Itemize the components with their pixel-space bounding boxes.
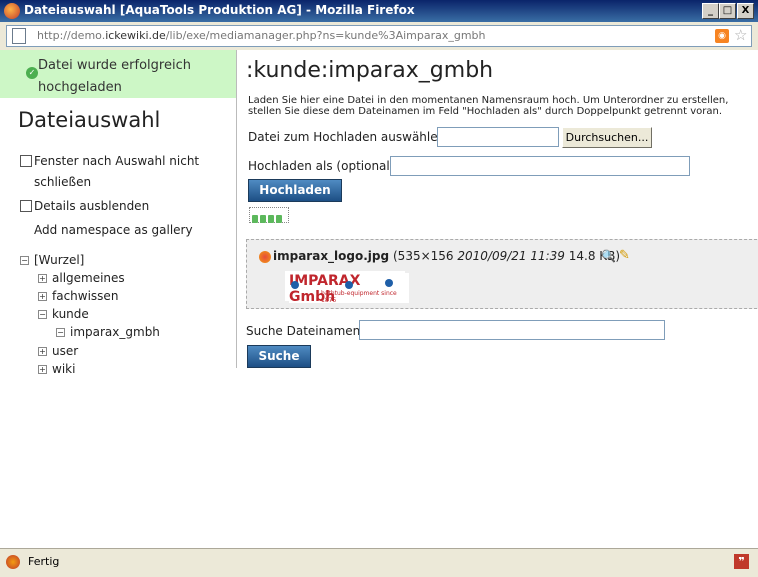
file-date: 2010/09/21 11:39 <box>457 249 565 263</box>
tree-item-root[interactable]: − [Wurzel] <box>20 253 84 267</box>
upload-file-input[interactable] <box>437 127 559 147</box>
hide-details-label[interactable]: Details ausblenden <box>34 196 214 217</box>
search-label: Suche Dateinamen: <box>246 324 365 338</box>
expand-icon[interactable]: + <box>38 274 47 283</box>
quote-addon-icon[interactable]: ❞ <box>734 554 749 569</box>
keep-open-checkbox[interactable] <box>20 155 32 167</box>
url-text[interactable]: http://demo.ickewiki.de/lib/exe/mediaman… <box>37 29 486 42</box>
tree-item-label[interactable]: allgemeines <box>52 271 125 285</box>
logo-drop-icon <box>291 281 299 289</box>
file-list: imparax_logo.jpg (535×156 2010/09/21 11:… <box>246 239 758 309</box>
file-meta: (535×156 2010/09/21 11:39 14.8 KB) <box>393 249 620 263</box>
success-text: Datei wurde erfolgreich hochgeladen <box>38 58 191 95</box>
tree-item-label[interactable]: wiki <box>52 362 75 376</box>
namespace-title: :kunde:imparax_gmbh <box>246 58 494 83</box>
file-dimensions: (535×156 <box>393 249 454 263</box>
logo-drop-icon <box>345 281 353 289</box>
upload-file-label: Datei zum Hochladen auswählen: <box>248 130 450 144</box>
collapse-icon[interactable]: − <box>38 310 47 319</box>
magnifier-icon[interactable]: 🔍 <box>601 249 616 263</box>
keep-open-label[interactable]: Fenster nach Auswahl nicht schließen <box>34 151 214 193</box>
minimize-button[interactable]: _ <box>702 3 719 19</box>
window-title: Dateiauswahl [AquaTools Produktion AG] -… <box>24 3 415 17</box>
tree-item-label[interactable]: imparax_gmbh <box>70 325 160 339</box>
hide-details-checkbox[interactable] <box>20 200 32 212</box>
pencil-icon[interactable]: ✎ <box>619 248 630 263</box>
thumbnail-logo-subtitle: bathtub-equipment since 1875 <box>321 290 397 304</box>
status-bar: Fertig ❞ <box>0 548 758 577</box>
status-icon <box>6 555 20 569</box>
collapse-icon[interactable]: − <box>20 256 29 265</box>
tree-item-kunde[interactable]: − kunde <box>38 307 89 321</box>
url-prefix: http://demo. <box>37 29 106 42</box>
tree-item-user[interactable]: + user <box>38 344 78 358</box>
success-check-icon: ✓ <box>26 67 38 79</box>
upload-button[interactable]: Hochladen <box>248 179 342 202</box>
search-button[interactable]: Suche <box>247 345 311 368</box>
upload-intro: Laden Sie hier eine Datei in den momenta… <box>248 95 729 117</box>
tree-item-label[interactable]: user <box>52 344 78 358</box>
title-bar[interactable]: Dateiauswahl [AquaTools Produktion AG] -… <box>0 0 758 22</box>
tree-item-imparax-gmbh[interactable]: − imparax_gmbh <box>56 325 160 339</box>
tree-item-wiki[interactable]: + wiki <box>38 362 75 376</box>
page-content: ✓ Datei wurde erfolgreich hochgeladen Da… <box>0 50 758 548</box>
page-icon <box>12 28 26 44</box>
upload-as-label: Hochladen als (optional): <box>248 159 399 173</box>
url-suffix: /lib/exe/mediamanager.php?ns=kunde%3Aimp… <box>165 29 486 42</box>
expand-icon[interactable]: + <box>38 347 47 356</box>
sidebar: ✓ Datei wurde erfolgreich hochgeladen Da… <box>0 50 237 376</box>
tree-item-label[interactable]: fachwissen <box>52 289 118 303</box>
tree-item-allgemeines[interactable]: + allgemeines <box>38 271 125 285</box>
image-file-icon <box>259 251 271 263</box>
expand-icon[interactable]: + <box>38 365 47 374</box>
main-panel: :kunde:imparax_gmbh Laden Sie hier eine … <box>238 50 758 548</box>
browse-button[interactable]: Durchsuchen... <box>562 127 652 148</box>
search-input[interactable] <box>359 320 665 340</box>
sidebar-title: Dateiauswahl <box>18 108 161 132</box>
bookmark-star-icon[interactable]: ☆ <box>734 26 747 44</box>
url-domain: ickewiki.de <box>105 29 166 42</box>
add-namespace-gallery-link[interactable]: Add namespace as gallery <box>34 220 193 241</box>
close-button[interactable]: X <box>737 3 754 19</box>
tree-item-fachwissen[interactable]: + fachwissen <box>38 289 118 303</box>
url-field[interactable]: http://demo.ickewiki.de/lib/exe/mediaman… <box>6 25 752 47</box>
upload-progress-icon <box>249 207 289 223</box>
upload-as-input[interactable] <box>390 156 690 176</box>
file-thumbnail[interactable]: IMPARAX Gmbh bathtub-equipment since 187… <box>285 271 409 305</box>
success-message: ✓ Datei wurde erfolgreich hochgeladen <box>0 50 236 98</box>
logo-drop-icon <box>385 279 393 287</box>
browser-window: Dateiauswahl [AquaTools Produktion AG] -… <box>0 0 758 577</box>
firefox-icon <box>4 3 20 19</box>
expand-icon[interactable]: + <box>38 292 47 301</box>
address-bar: http://demo.ickewiki.de/lib/exe/mediaman… <box>0 22 758 50</box>
rss-feed-icon[interactable]: ◉ <box>715 29 729 43</box>
file-name-link[interactable]: imparax_logo.jpg <box>273 249 389 263</box>
maximize-button[interactable]: □ <box>719 3 736 19</box>
tree-item-label[interactable]: [Wurzel] <box>34 253 84 267</box>
tree-item-label[interactable]: kunde <box>52 307 89 321</box>
status-text: Fertig <box>28 555 60 568</box>
collapse-icon[interactable]: − <box>56 328 65 337</box>
